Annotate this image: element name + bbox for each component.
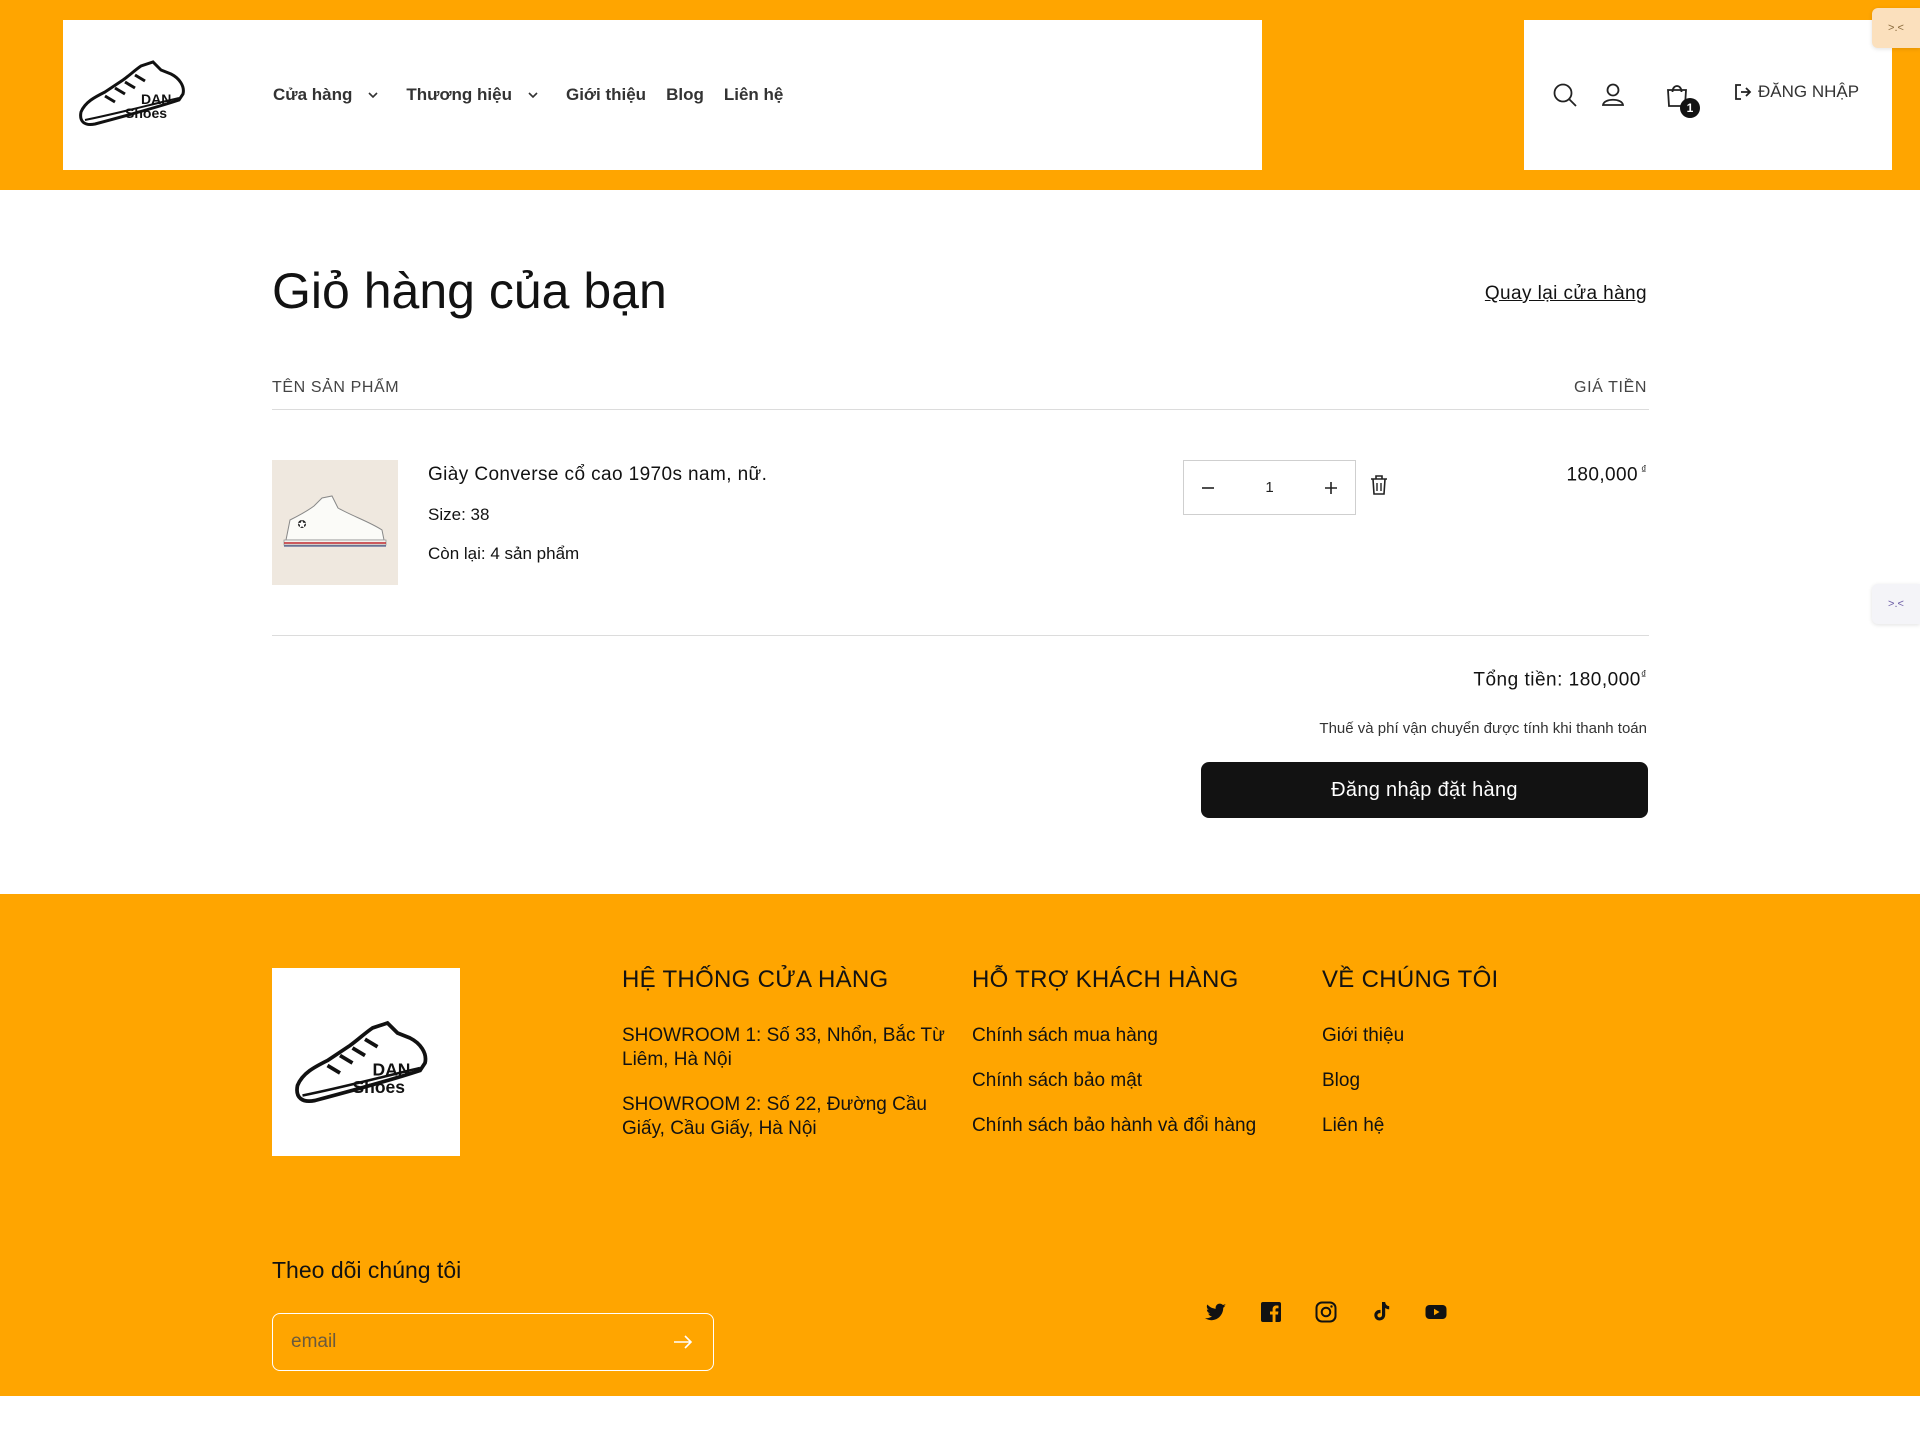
login-link[interactable]: ĐĂNG NHẬP [1734, 82, 1859, 102]
email-input[interactable] [291, 1314, 631, 1370]
footer: DAN Shoes HỆ THỐNG CỬA HÀNG SHOWROOM 1: … [0, 894, 1920, 1396]
brand-logo[interactable]: DAN Shoes [75, 42, 195, 138]
product-size: Size: 38 [428, 505, 490, 524]
footer-column-title: HỆ THỐNG CỬA HÀNG [622, 966, 889, 993]
main-nav: Cửa hàng Thương hiệu Giới thiệu Blog Liê… [273, 20, 803, 170]
nav-item-shop[interactable]: Cửa hàng [273, 85, 380, 105]
nav-item-label: Giới thiệu [565, 85, 647, 104]
showroom-address: SHOWROOM 2: Số 22, Đường Cầu Giấy, Cầu G… [622, 1094, 927, 1139]
newsletter-submit-button[interactable] [671, 1330, 695, 1354]
header-actions-panel: 1 ĐĂNG NHẬP [1524, 20, 1892, 170]
showroom-address: SHOWROOM 1: Số 33, Nhổn, Bắc Từ Liêm, Hà… [622, 1025, 945, 1070]
svg-text:Shoes: Shoes [353, 1077, 406, 1097]
footer-link-privacy-policy[interactable]: Chính sách bảo mật [972, 1069, 1302, 1093]
back-to-shop-link[interactable]: Quay lại cửa hàng [1485, 283, 1647, 305]
facebook-icon[interactable] [1259, 1300, 1283, 1324]
quantity-input[interactable] [1239, 479, 1300, 496]
social-links [1204, 1300, 1448, 1324]
nav-item-label: Liên hệ [723, 85, 784, 104]
chevron-down-icon [528, 92, 538, 99]
column-header-product: TÊN SẢN PHẨM [272, 379, 400, 396]
item-price-value: 180,000 [1566, 464, 1638, 486]
footer-column-stores: HỆ THỐNG CỬA HÀNG SHOWROOM 1: Số 33, Nhổ… [622, 966, 952, 1162]
tax-note: Thuế và phí vận chuyển được tính khi tha… [1319, 720, 1647, 737]
youtube-icon[interactable] [1424, 1300, 1448, 1324]
account-icon[interactable] [1598, 80, 1628, 110]
divider [272, 635, 1649, 636]
tiktok-icon[interactable] [1369, 1300, 1393, 1324]
currency-symbol: ₫ [1640, 464, 1647, 476]
twitter-icon[interactable] [1204, 1300, 1228, 1324]
product-image[interactable] [272, 460, 398, 585]
footer-link-purchase-policy[interactable]: Chính sách mua hàng [972, 1024, 1302, 1048]
increase-quantity-button[interactable] [1319, 476, 1343, 500]
shoe-logo-icon: DAN Shoes [295, 1020, 428, 1103]
floating-widget-top[interactable]: >.< [1872, 8, 1920, 48]
newsletter-title: Theo dõi chúng tôi [272, 1257, 462, 1283]
svg-text:Shoes: Shoes [125, 105, 167, 121]
currency-symbol: ₫ [1640, 669, 1647, 681]
divider [272, 409, 1649, 410]
cart-total-value: Tổng tiền: 180,000 [1473, 669, 1641, 691]
shoe-logo-icon: DAN Shoes [79, 60, 185, 126]
product-stock: Còn lại: 4 sản phẩm [428, 544, 580, 563]
decrease-quantity-button[interactable] [1196, 476, 1220, 500]
login-to-checkout-button[interactable]: Đăng nhập đặt hàng [1201, 762, 1648, 818]
floating-widget-side[interactable]: >.< [1872, 584, 1920, 624]
header-main-panel: DAN Shoes Cửa hàng Thương hiệu Giới thiệ… [63, 20, 1262, 170]
nav-item-contact[interactable]: Liên hệ [724, 85, 784, 105]
nav-item-label: Blog [666, 85, 704, 104]
column-header-price: GIÁ TIỀN [1574, 379, 1647, 396]
minus-icon [1202, 486, 1214, 489]
nav-item-label: Cửa hàng [273, 85, 353, 104]
footer-link-blog[interactable]: Blog [1322, 1069, 1652, 1093]
trash-icon [1371, 475, 1387, 495]
footer-column-support: HỖ TRỢ KHÁCH HÀNG Chính sách mua hàng Ch… [972, 966, 1302, 1159]
sneaker-image [272, 460, 398, 585]
remove-item-button[interactable] [1369, 474, 1389, 496]
instagram-icon[interactable] [1314, 1300, 1338, 1324]
footer-logo[interactable]: DAN Shoes [272, 968, 460, 1156]
login-icon [1735, 84, 1752, 100]
header-band: DAN Shoes Cửa hàng Thương hiệu Giới thiệ… [0, 0, 1920, 190]
footer-column-about: VỀ CHÚNG TÔI Giới thiệu Blog Liên hệ [1322, 966, 1652, 1159]
plus-icon [1325, 481, 1337, 494]
login-label: ĐĂNG NHẬP [1758, 82, 1860, 101]
nav-item-label: Thương hiệu [406, 85, 512, 104]
footer-link-about[interactable]: Giới thiệu [1322, 1024, 1652, 1048]
footer-column-title: VỀ CHÚNG TÔI [1322, 966, 1499, 993]
footer-column-title: HỖ TRỢ KHÁCH HÀNG [972, 966, 1239, 993]
search-icon[interactable] [1550, 80, 1580, 110]
chevron-down-icon [368, 92, 378, 99]
product-name[interactable]: Giày Converse cổ cao 1970s nam, nữ. [428, 464, 767, 486]
header-icons: 1 ĐĂNG NHẬP [1524, 20, 1892, 170]
cart-icon[interactable]: 1 [1662, 80, 1700, 118]
item-price: 180,000 ₫ [1566, 464, 1647, 486]
nav-item-blog[interactable]: Blog [666, 85, 704, 105]
quantity-stepper [1183, 460, 1356, 515]
nav-item-about[interactable]: Giới thiệu [566, 85, 646, 105]
footer-link-warranty-policy[interactable]: Chính sách bảo hành và đổi hàng [972, 1114, 1302, 1138]
cart-count-badge: 1 [1680, 98, 1700, 118]
newsletter-form [272, 1313, 714, 1371]
page-title: Giỏ hàng của bạn [272, 263, 667, 319]
footer-link-contact[interactable]: Liên hệ [1322, 1114, 1652, 1138]
nav-item-brands[interactable]: Thương hiệu [406, 85, 540, 105]
cart-total: Tổng tiền: 180,000₫ [1473, 669, 1647, 691]
arrow-right-icon [674, 1335, 693, 1349]
